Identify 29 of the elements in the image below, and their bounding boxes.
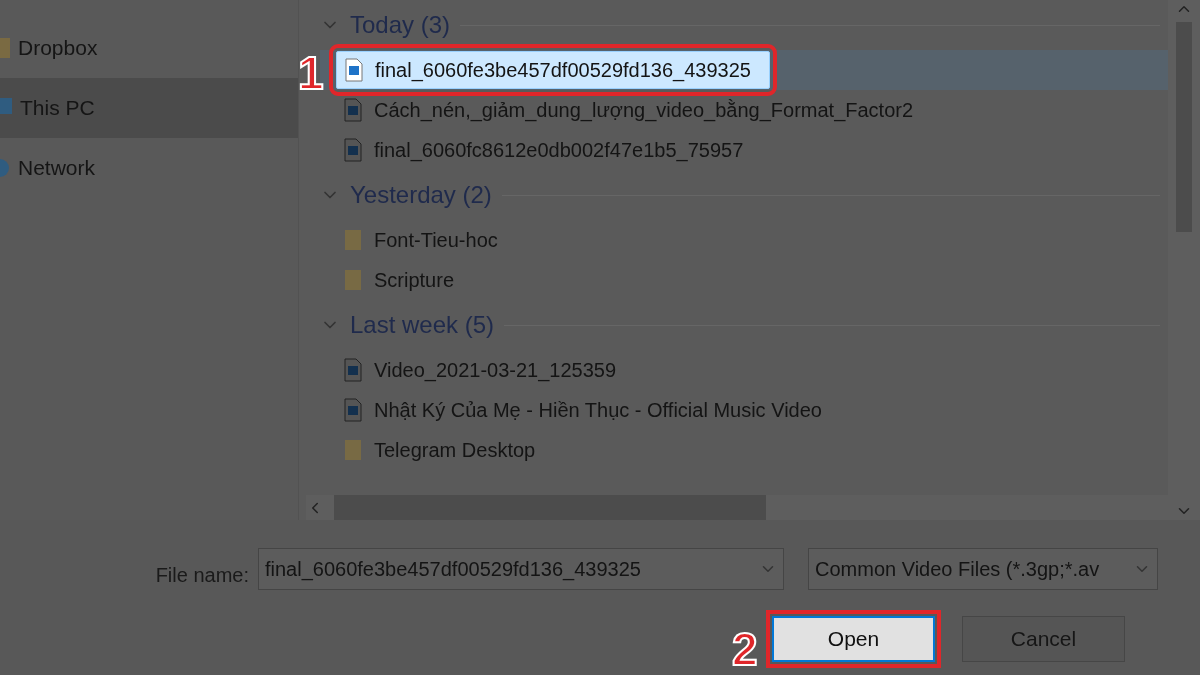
video-file-icon: [344, 358, 362, 382]
file-item[interactable]: Cách_nén,_giảm_dung_lượng_video_bằng_Format_Factor2: [344, 90, 914, 130]
video-file-icon: [344, 98, 362, 122]
folder-icon: [344, 268, 362, 292]
file-item[interactable]: final_6060fc8612e0db002f47e1b5_75957: [344, 130, 744, 170]
video-file-icon: [344, 398, 362, 422]
file-item[interactable]: Font-Tieu-hoc: [344, 220, 498, 260]
sidebar-item[interactable]: Network: [0, 138, 298, 198]
step-number: 1: [298, 50, 324, 96]
group-header: Yesterday (2): [350, 181, 492, 209]
file-item[interactable]: Video_2021-03-21_125359: [344, 350, 617, 390]
file-item[interactable]: Nhật Ký Của Mẹ - Hiền Thục - Official Music Video: [344, 390, 822, 430]
sidebar-item[interactable]: Dropbox: [0, 18, 298, 78]
file-item[interactable]: Scripture: [344, 260, 455, 300]
step-number: 2: [732, 626, 758, 672]
video-file-icon: [344, 138, 362, 162]
file-name-field[interactable]: final_6060fe3be457df00529fd136_439325: [258, 548, 784, 590]
horizontal-scrollbar[interactable]: [306, 495, 1168, 520]
video-file-icon: [345, 58, 363, 82]
folder-icon: [344, 228, 362, 252]
vertical-scrollbar[interactable]: [1168, 0, 1200, 520]
group-header: Last week (5): [350, 311, 495, 339]
file-item[interactable]: Telegram Desktop: [344, 430, 536, 470]
file-type-dropdown[interactable]: Common Video Files (*.3gp;*.av: [808, 548, 1158, 590]
folder-icon: [0, 38, 10, 58]
folder-icon: [344, 438, 362, 462]
file-name-label: File name:: [155, 564, 249, 587]
group-header: Today (3): [350, 11, 451, 39]
cancel-button[interactable]: Cancel: [962, 616, 1125, 662]
